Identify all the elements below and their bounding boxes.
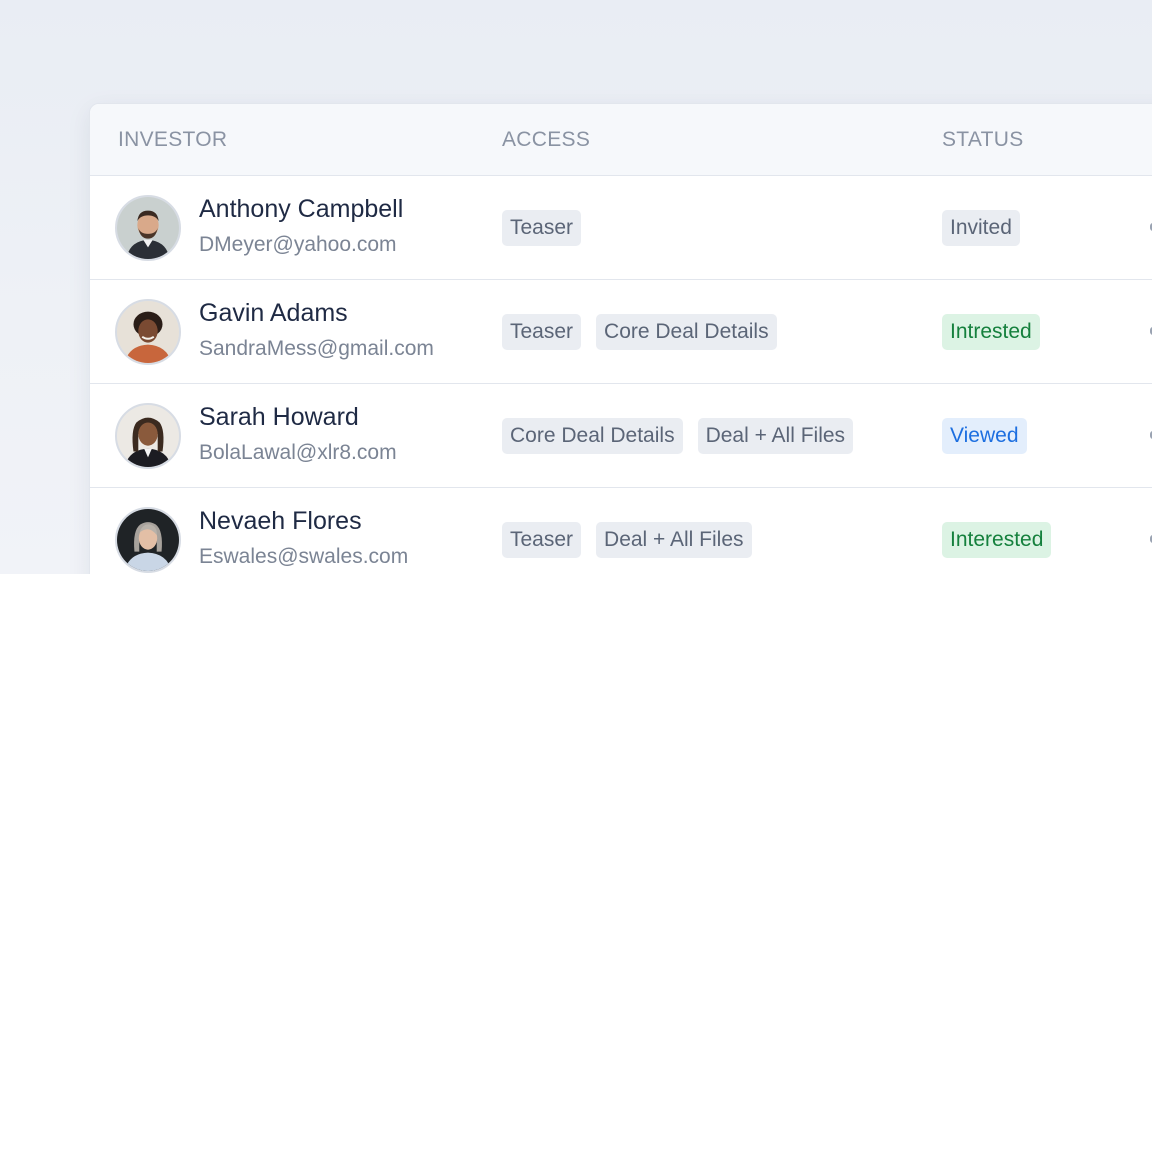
access-tag[interactable]: Core Deal Details bbox=[502, 418, 683, 454]
investor-name[interactable]: Nevaeh Flores bbox=[199, 507, 362, 536]
access-tags: Teaser Core Deal Details bbox=[502, 314, 777, 350]
table-row[interactable]: Nevaeh Flores Eswales@swales.com Teaser … bbox=[90, 488, 1152, 574]
avatar-woman-braids-icon bbox=[117, 405, 179, 467]
table-row[interactable]: Gavin Adams SandraMess@gmail.com Teaser … bbox=[90, 280, 1152, 384]
avatar bbox=[115, 507, 181, 573]
access-tags: Teaser bbox=[502, 210, 582, 246]
avatar-woman-curly-icon bbox=[117, 301, 179, 363]
status-badge[interactable]: Viewed bbox=[942, 418, 1027, 454]
investor-name[interactable]: Anthony Campbell bbox=[199, 195, 403, 224]
access-tags: Core Deal Details Deal + All Files bbox=[502, 418, 854, 454]
status-badge[interactable]: Intrested bbox=[942, 314, 1040, 350]
table-row[interactable]: Anthony Campbell DMeyer@yahoo.com Teaser… bbox=[90, 176, 1152, 280]
header-investor: INVESTOR bbox=[118, 128, 228, 151]
header-access: ACCESS bbox=[502, 128, 591, 151]
investor-email: DMeyer@yahoo.com bbox=[199, 233, 397, 256]
avatar bbox=[115, 299, 181, 365]
investor-email: SandraMess@gmail.com bbox=[199, 337, 434, 360]
investor-table: INVESTOR ACCESS STATUS Anthony Campbell … bbox=[89, 103, 1152, 574]
table-header: INVESTOR ACCESS STATUS bbox=[90, 104, 1152, 176]
access-tag[interactable]: Teaser bbox=[502, 522, 582, 558]
table-row[interactable]: Sarah Howard BolaLawal@xlr8.com Core Dea… bbox=[90, 384, 1152, 488]
avatar bbox=[115, 403, 181, 469]
access-tag[interactable]: Core Deal Details bbox=[596, 314, 777, 350]
avatar bbox=[115, 195, 181, 261]
header-status: STATUS bbox=[942, 128, 1024, 151]
avatar-woman-gray-hair-icon bbox=[117, 509, 179, 571]
access-tag[interactable]: Teaser bbox=[502, 314, 582, 350]
status-badge[interactable]: Interested bbox=[942, 522, 1052, 558]
hero-background: INVESTOR ACCESS STATUS Anthony Campbell … bbox=[0, 0, 1152, 574]
access-tag[interactable]: Deal + All Files bbox=[697, 418, 854, 454]
avatar-man-beard-icon bbox=[117, 197, 179, 259]
investor-name[interactable]: Gavin Adams bbox=[199, 299, 348, 328]
access-tag[interactable]: Deal + All Files bbox=[596, 522, 752, 558]
investor-email: BolaLawal@xlr8.com bbox=[199, 441, 397, 464]
access-tags: Teaser Deal + All Files bbox=[502, 522, 752, 558]
investor-name[interactable]: Sarah Howard bbox=[199, 403, 359, 432]
investor-email: Eswales@swales.com bbox=[199, 545, 409, 568]
access-tag[interactable]: Teaser bbox=[502, 210, 582, 246]
status-badge[interactable]: Invited bbox=[942, 210, 1020, 246]
